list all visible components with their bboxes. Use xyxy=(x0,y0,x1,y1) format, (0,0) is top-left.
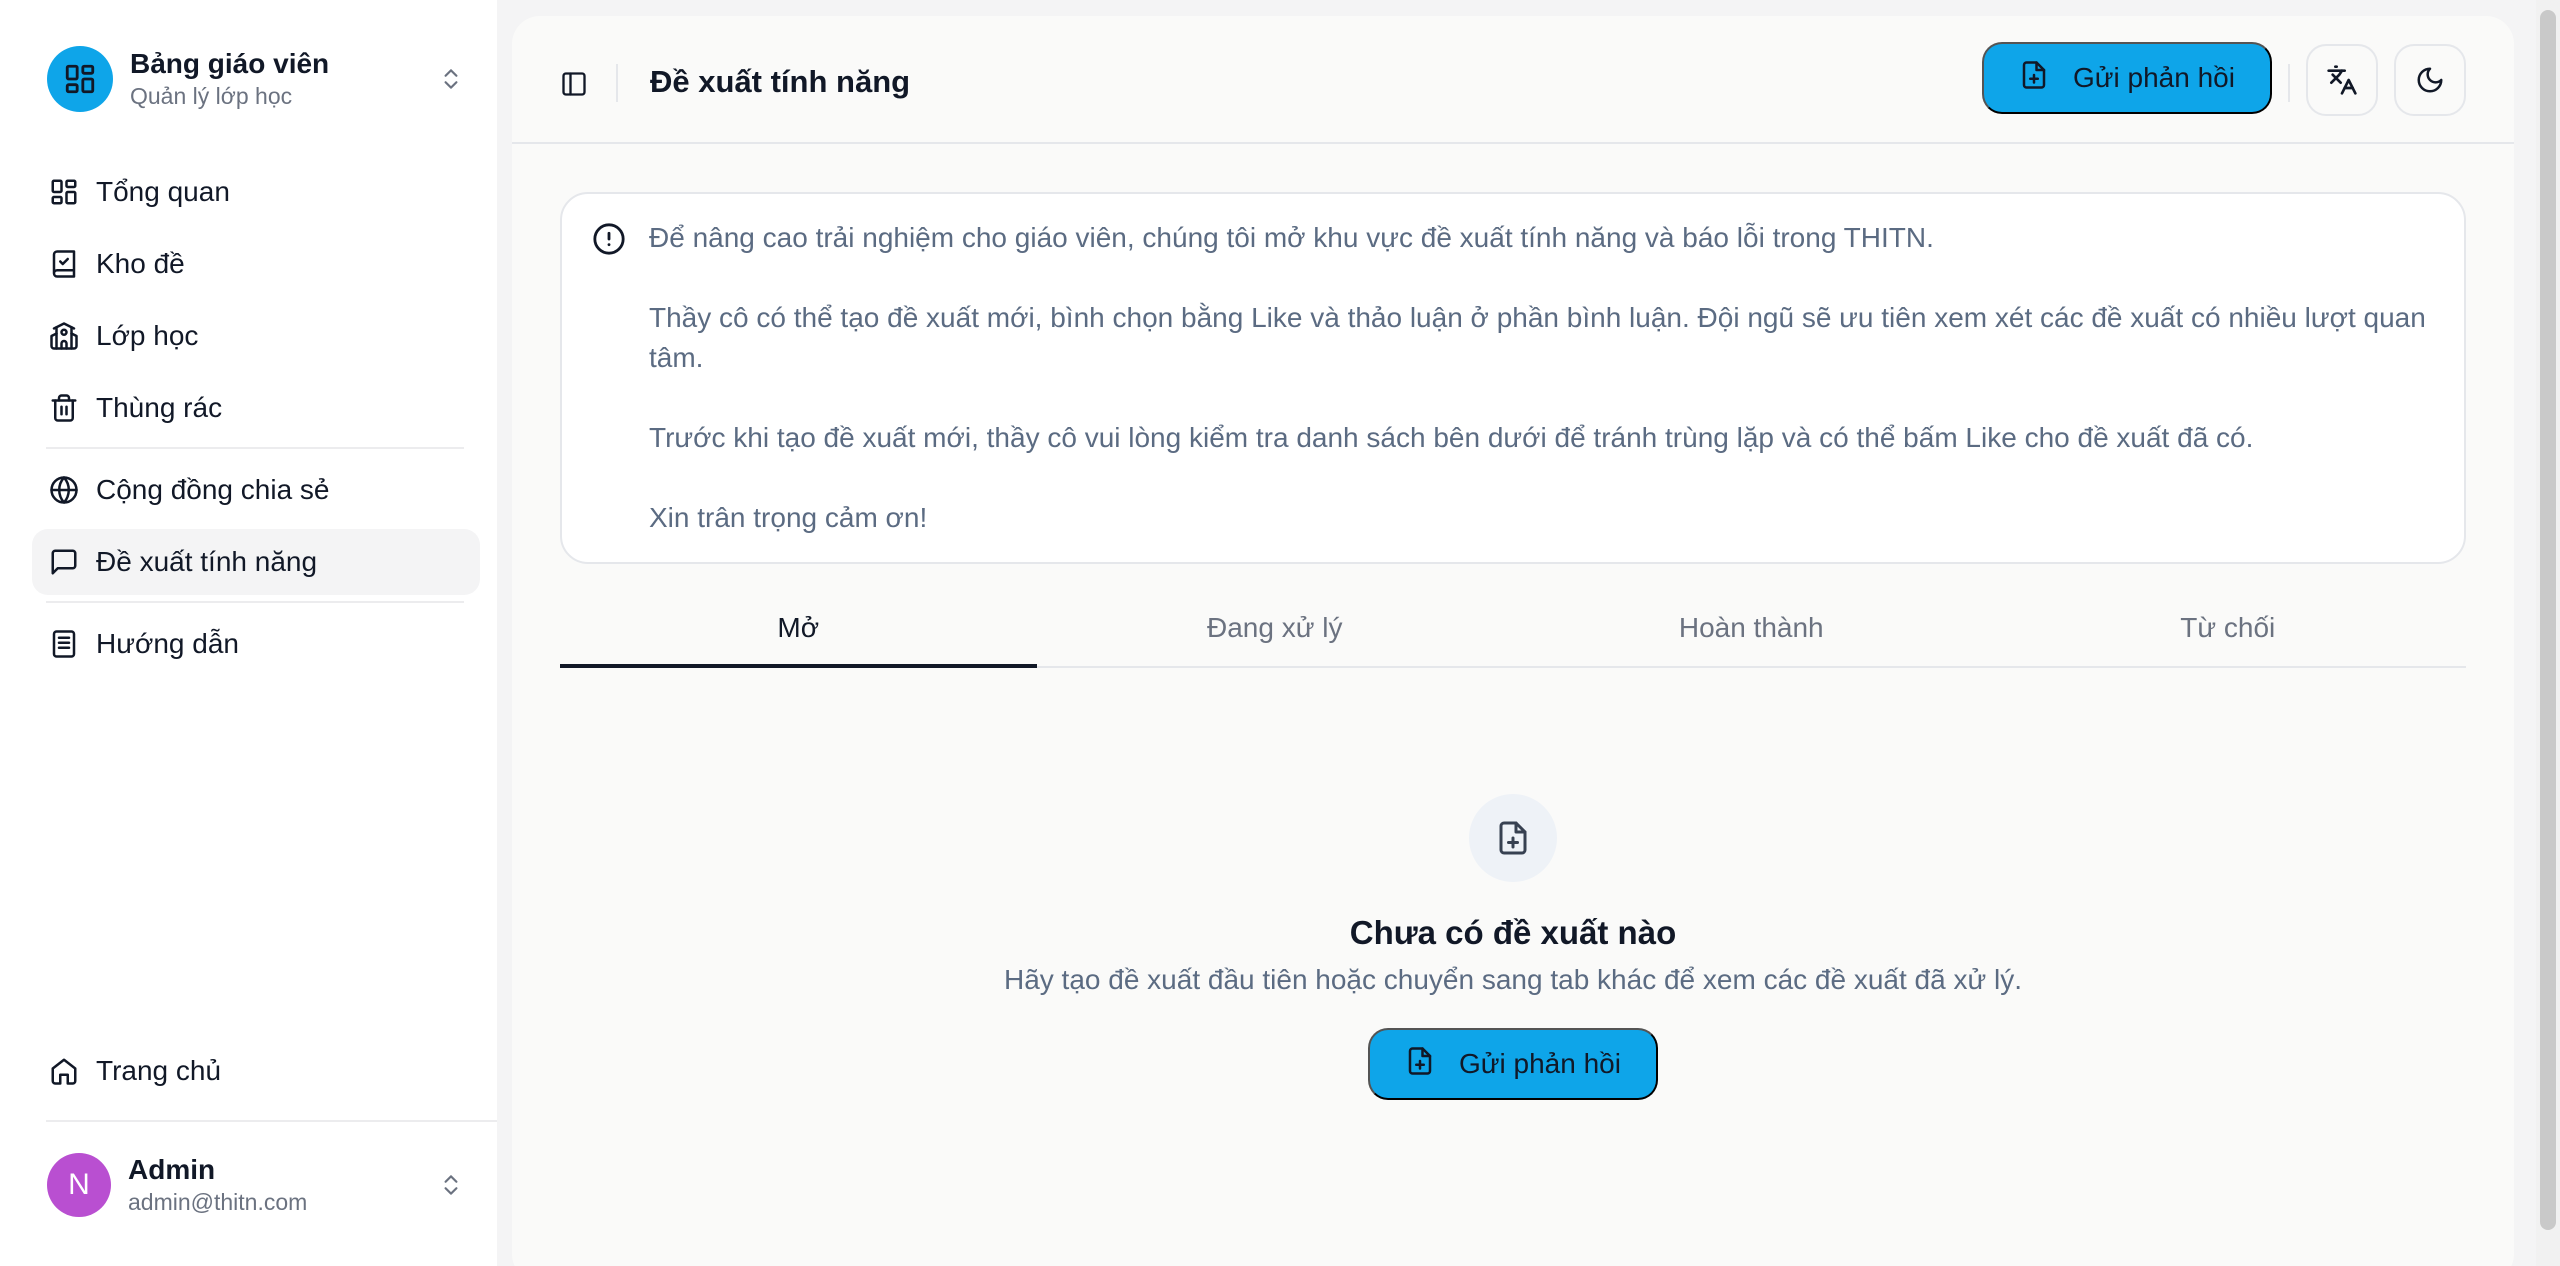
sidebar-item-label: Hướng dẫn xyxy=(96,628,239,659)
status-tabs: Mở Đang xử lý Hoàn thành Từ chối xyxy=(560,590,2466,668)
theme-toggle-button[interactable] xyxy=(2394,44,2466,116)
sidebar-item-label: Thùng rác xyxy=(96,392,223,423)
send-feedback-label: Gửi phản hồi xyxy=(2073,62,2235,93)
main-content: Đề xuất tính năng Gửi phản hồi Để nâng c… xyxy=(512,16,2514,1266)
empty-state: Chưa có đề xuất nào Hãy tạo đề xuất đầu … xyxy=(512,794,2514,998)
brand-subtitle: Quản lý lớp học xyxy=(130,83,293,109)
school-icon xyxy=(48,320,80,352)
dashboard-logo-icon xyxy=(47,46,113,112)
sidebar-divider xyxy=(46,1120,497,1122)
tab-completed[interactable]: Hoàn thành xyxy=(1513,590,1990,666)
sidebar-item-trash[interactable]: Thùng rác xyxy=(32,375,480,441)
tab-rejected[interactable]: Từ chối xyxy=(1990,590,2467,666)
trash-icon xyxy=(48,392,80,424)
sidebar-item-label: Cộng đồng chia sẻ xyxy=(96,474,330,505)
layout-grid-icon xyxy=(48,176,80,208)
chevrons-up-down-icon xyxy=(431,1165,471,1205)
sidebar-item-home[interactable]: Trang chủ xyxy=(32,1038,480,1104)
sidebar-item-label: Trang chủ xyxy=(96,1055,222,1086)
header-divider xyxy=(616,64,618,102)
globe-icon xyxy=(48,474,80,506)
send-feedback-button[interactable]: Gửi phản hồi xyxy=(1982,42,2272,114)
sidebar-divider xyxy=(46,447,464,449)
page-title: Đề xuất tính năng xyxy=(650,64,911,99)
notice-paragraph: Để nâng cao trải nghiệm cho giáo viên, c… xyxy=(649,222,1934,253)
home-icon xyxy=(48,1055,80,1087)
page-scrollbar[interactable] xyxy=(2536,0,2560,1266)
sidebar-item-classes[interactable]: Lớp học xyxy=(32,303,480,369)
info-notice: Để nâng cao trải nghiệm cho giáo viên, c… xyxy=(560,192,2466,564)
notice-paragraph: Xin trân trọng cảm ơn! xyxy=(649,502,928,533)
sidebar-item-label: Đề xuất tính năng xyxy=(96,546,318,577)
sidebar-item-guide[interactable]: Hướng dẫn xyxy=(32,611,480,677)
book-check-icon xyxy=(48,248,80,280)
brand-switcher[interactable]: Bảng giáo viên Quản lý lớp học xyxy=(47,46,471,112)
sidebar-item-label: Lớp học xyxy=(96,320,199,351)
sidebar-item-question-bank[interactable]: Kho đề xyxy=(32,231,480,297)
file-plus-icon xyxy=(1469,794,1557,882)
sidebar-toggle-button[interactable] xyxy=(550,60,598,108)
message-square-icon xyxy=(48,546,80,578)
scrollbar-thumb[interactable] xyxy=(2540,10,2556,1230)
sidebar-item-feature-requests[interactable]: Đề xuất tính năng xyxy=(32,529,480,595)
avatar: N xyxy=(47,1153,111,1217)
tab-open[interactable]: Mở xyxy=(560,590,1037,668)
user-email: admin@thitn.com xyxy=(128,1189,308,1215)
user-name: Admin xyxy=(128,1154,216,1185)
sidebar-item-label: Kho đề xyxy=(96,248,185,279)
language-button[interactable] xyxy=(2306,44,2378,116)
notice-paragraph: Thầy cô có thể tạo đề xuất mới, bình chọ… xyxy=(649,302,2426,373)
user-menu[interactable]: N Admin admin@thitn.com xyxy=(47,1150,471,1220)
file-plus-icon xyxy=(1405,1046,1435,1083)
tab-in-progress[interactable]: Đang xử lý xyxy=(1037,590,1514,666)
empty-state-description: Hãy tạo đề xuất đầu tiên hoặc chuyển san… xyxy=(1003,964,2023,995)
header-divider xyxy=(2288,64,2290,102)
empty-state-feedback-label: Gửi phản hồi xyxy=(1459,1048,1621,1079)
sidebar-item-overview[interactable]: Tổng quan xyxy=(32,159,480,225)
languages-icon xyxy=(2327,65,2357,95)
file-plus-icon xyxy=(2019,60,2049,97)
sidebar-item-community[interactable]: Cộng đồng chia sẻ xyxy=(32,457,480,523)
empty-state-title: Chưa có đề xuất nào xyxy=(1349,914,1677,951)
panel-left-icon xyxy=(562,72,586,96)
moon-icon xyxy=(2417,67,2443,93)
brand-title: Bảng giáo viên xyxy=(130,48,330,79)
sidebar: Bảng giáo viên Quản lý lớp học Tổng quan… xyxy=(0,0,497,1266)
notebook-icon xyxy=(48,628,80,660)
sidebar-item-label: Tổng quan xyxy=(96,176,230,207)
sidebar-divider xyxy=(46,601,464,603)
notice-paragraph: Trước khi tạo đề xuất mới, thầy cô vui l… xyxy=(649,422,2254,453)
empty-state-feedback-button[interactable]: Gửi phản hồi xyxy=(1368,1028,1658,1100)
chevrons-up-down-icon xyxy=(431,59,471,99)
header: Đề xuất tính năng Gửi phản hồi xyxy=(512,16,2514,144)
alert-circle-icon xyxy=(593,223,625,255)
